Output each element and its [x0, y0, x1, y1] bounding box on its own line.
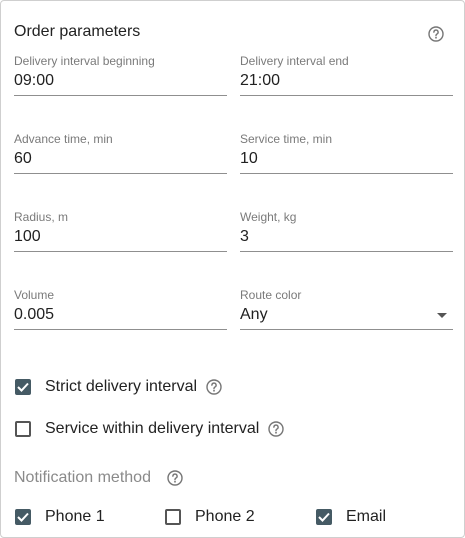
checkbox-label: Service within delivery interval — [45, 420, 260, 437]
help-icon[interactable] — [206, 379, 222, 395]
route-color-value: Any — [240, 306, 268, 323]
help-icon[interactable] — [268, 421, 285, 437]
field-underline — [14, 173, 227, 174]
field-label: Advance time, min — [14, 132, 113, 146]
email-checkbox[interactable]: Email — [316, 508, 386, 526]
field-label: Weight, kg — [240, 210, 297, 224]
field-label: Volume — [14, 288, 55, 302]
panel-title: Order parameters — [14, 23, 141, 40]
field-underline — [240, 173, 453, 174]
checkmark-icon — [318, 512, 330, 522]
field-label: Radius, m — [14, 210, 69, 224]
checkbox-label: Phone 2 — [195, 508, 255, 525]
advance-time-input[interactable] — [14, 150, 227, 168]
dropdown-caret-icon — [437, 313, 447, 318]
order-parameters-panel: Order parameters Delivery interval begin… — [0, 0, 465, 538]
service-time-input[interactable] — [240, 150, 453, 168]
field-label: Route color — [240, 288, 302, 302]
checkbox-box[interactable] — [15, 509, 31, 525]
checkmark-icon — [17, 512, 29, 522]
checkbox-box[interactable] — [15, 379, 31, 395]
field-underline — [14, 251, 227, 252]
field-underline — [240, 251, 453, 252]
delivery-interval-end-input[interactable] — [240, 72, 453, 90]
weight-input[interactable] — [240, 228, 453, 246]
delivery-interval-beginning-input[interactable] — [14, 72, 227, 90]
checkbox-box[interactable] — [15, 421, 31, 437]
field-label: Service time, min — [240, 132, 333, 146]
checkbox-label: Strict delivery interval — [45, 378, 198, 395]
help-icon[interactable] — [167, 470, 183, 486]
field-label: Delivery interval end — [240, 54, 349, 68]
field-underline — [240, 329, 453, 330]
field-underline — [240, 95, 453, 96]
checkbox-label: Phone 1 — [45, 508, 105, 525]
notification-method-label: Notification method — [14, 469, 151, 486]
phone-2-checkbox[interactable]: Phone 2 — [165, 508, 255, 526]
checkbox-label: Email — [346, 508, 387, 525]
field-label: Delivery interval beginning — [14, 54, 155, 68]
checkbox-box[interactable] — [165, 509, 181, 525]
strict-delivery-interval-checkbox[interactable]: Strict delivery interval — [15, 378, 222, 396]
checkmark-icon — [17, 382, 29, 392]
phone-1-checkbox[interactable]: Phone 1 — [15, 508, 105, 526]
service-within-delivery-interval-checkbox[interactable]: Service within delivery interval — [15, 420, 285, 438]
volume-input[interactable] — [14, 306, 227, 324]
checkbox-box[interactable] — [316, 509, 332, 525]
radius-input[interactable] — [14, 228, 227, 246]
field-underline — [14, 329, 227, 330]
field-underline — [14, 95, 227, 96]
help-icon[interactable] — [428, 26, 444, 42]
